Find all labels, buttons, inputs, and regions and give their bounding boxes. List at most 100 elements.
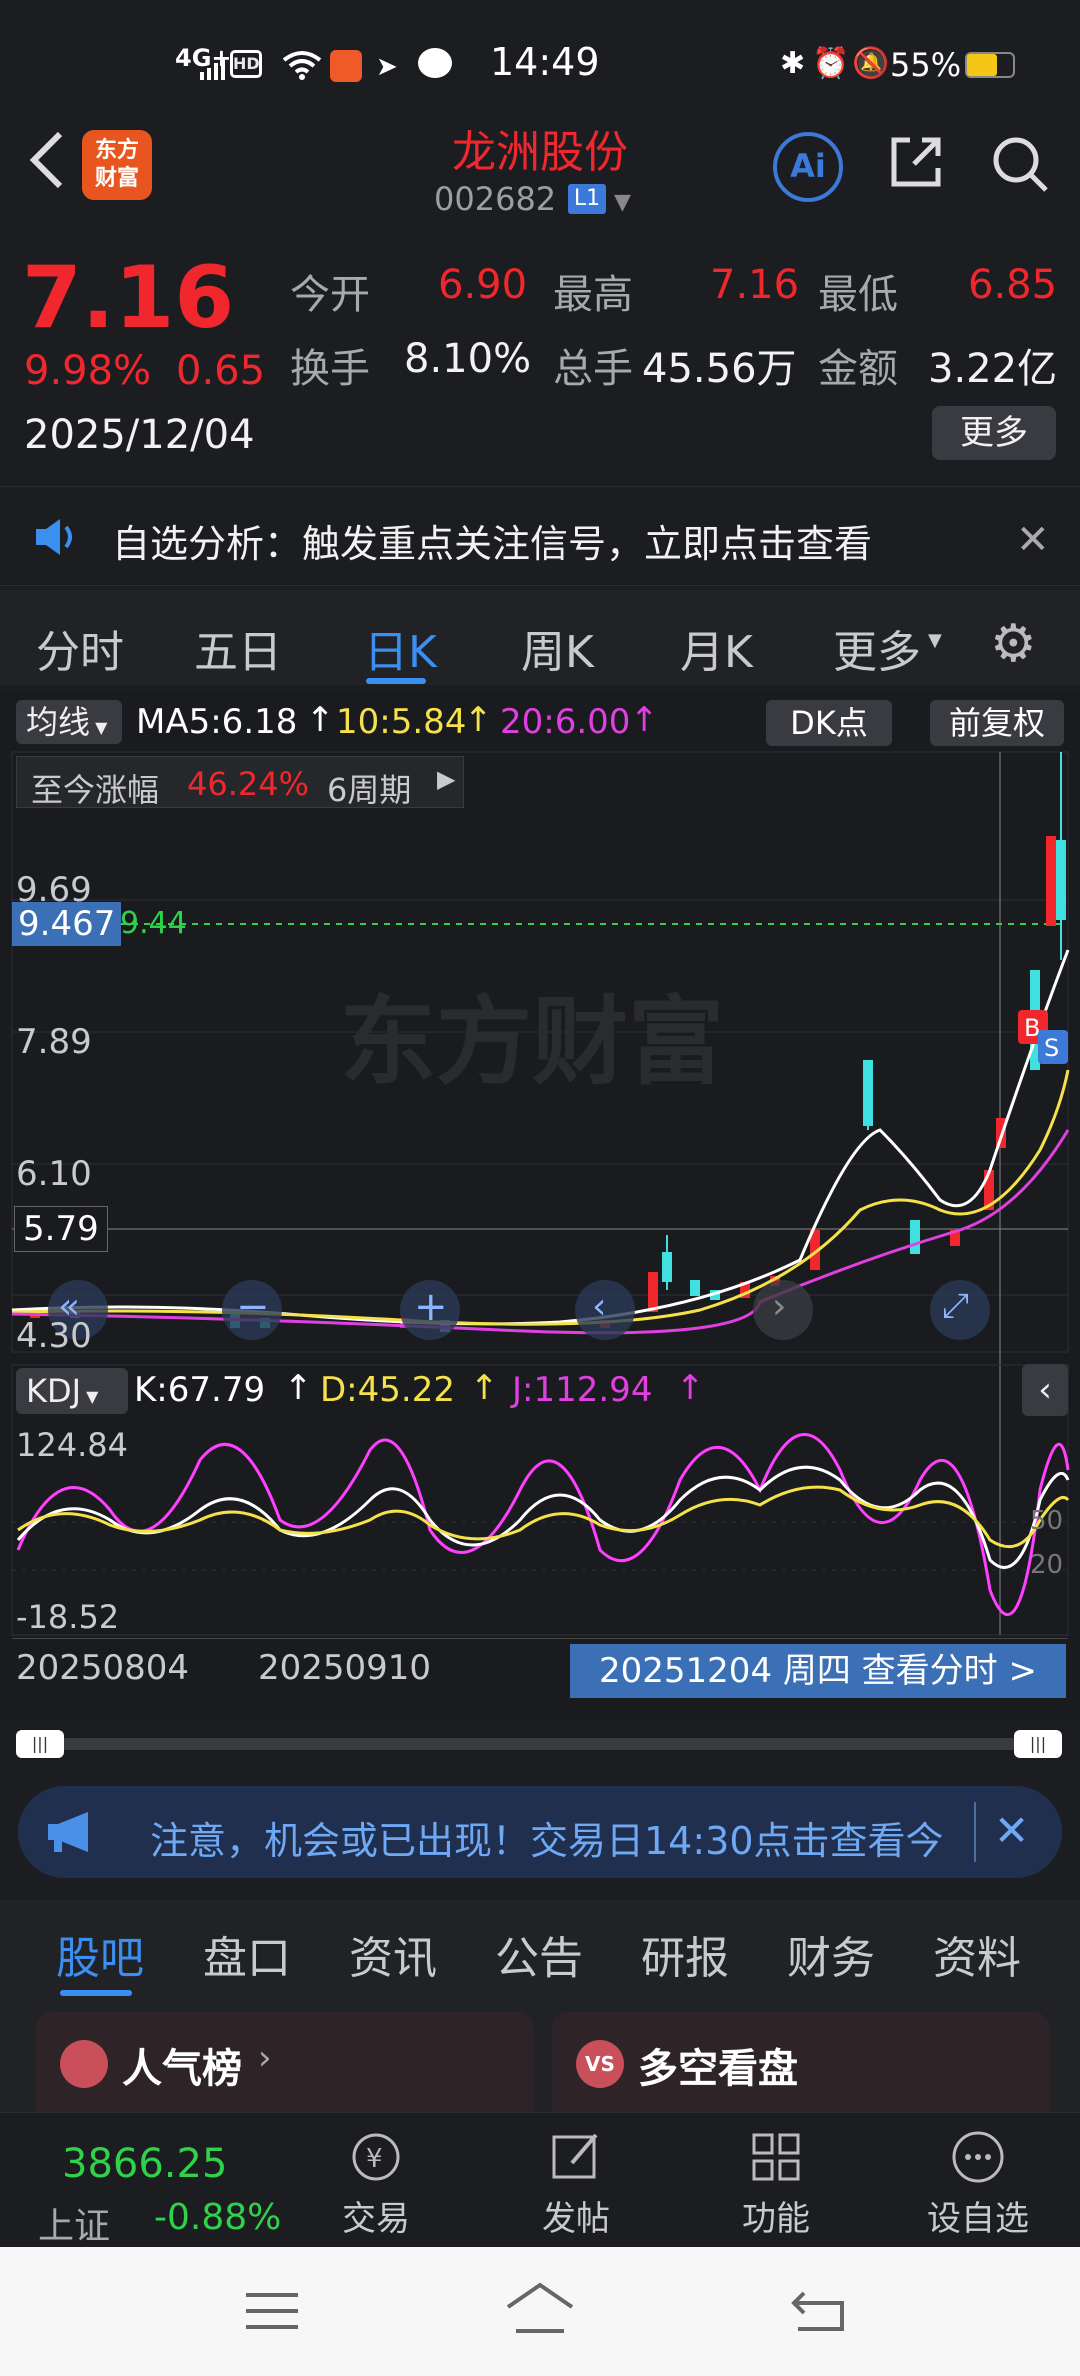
kline-svg[interactable]: 东方财富 B S — [0, 690, 1080, 1720]
tab-five-day[interactable]: 五日 — [194, 616, 282, 680]
low-value: 6.85 — [968, 262, 1058, 308]
share-icon[interactable] — [886, 132, 946, 196]
battery-percent: 55% — [890, 46, 962, 84]
signal-icon — [200, 58, 228, 80]
alarm-icon: ⏰ — [812, 46, 850, 81]
nav-functions[interactable]: 功能 — [740, 2127, 812, 2239]
tab-announcements[interactable]: 公告 — [495, 1922, 583, 1986]
open-label: 今开 — [290, 272, 370, 318]
candle — [863, 1060, 873, 1126]
collapse-panel-button[interactable]: ‹ — [1022, 1364, 1068, 1416]
home-icon[interactable] — [504, 2281, 576, 2339]
reference-price-label: 9.44 — [120, 906, 187, 941]
chevron-down-icon[interactable]: ▼ — [614, 190, 631, 215]
tab-financials[interactable]: 财务 — [787, 1922, 875, 1986]
notice-text: 注意，机会或已出现！交易日14:30点击查看今 — [150, 1819, 944, 1863]
close-icon[interactable]: ✕ — [994, 1806, 1029, 1855]
message-icon — [418, 48, 452, 78]
chart-bars-icon — [60, 2040, 108, 2088]
candle — [1056, 840, 1066, 920]
tab-news[interactable]: 资讯 — [349, 1922, 437, 1986]
nav-post[interactable]: 发帖 — [540, 2127, 612, 2239]
popularity-card[interactable]: 人气榜 › — [36, 2012, 534, 2112]
nav-trade[interactable]: ¥ 交易 — [340, 2127, 412, 2239]
selected-date-button[interactable]: 20251204 周四 查看分时 > — [570, 1644, 1066, 1698]
divider — [974, 1802, 976, 1862]
tab-pankou[interactable]: 盘口 — [203, 1922, 291, 1986]
range-slider-right-handle[interactable]: ||| — [1014, 1730, 1062, 1758]
clock-time: 14:49 — [490, 40, 600, 84]
tab-monthly-k[interactable]: 月K — [680, 616, 753, 680]
yen-refresh-icon: ¥ — [352, 2133, 400, 2181]
change-percent: 9.98% — [24, 348, 152, 394]
close-icon[interactable]: ✕ — [1016, 517, 1050, 563]
back-nav-icon[interactable] — [790, 2287, 850, 2337]
fullscreen-icon[interactable]: ⤢ — [942, 1286, 969, 1326]
gear-icon[interactable]: ⚙ — [990, 614, 1037, 674]
d-value-label: D:45.22 — [320, 1370, 455, 1410]
k-arrow: ↑ — [284, 1368, 313, 1408]
nav-add-watchlist[interactable]: 设自选 — [922, 2127, 1034, 2239]
analysis-notice-bar[interactable]: 自选分析：触发重点关注信号，立即点击查看 ✕ — [0, 486, 1080, 586]
bluetooth-icon: ✱ — [780, 46, 806, 81]
card-title: 人气榜 — [122, 2046, 242, 2092]
more-dots-icon — [952, 2131, 1004, 2183]
turnover-value: 8.10% — [404, 336, 532, 382]
battery-icon — [965, 52, 1015, 78]
tab-daily-k[interactable]: 日K — [364, 616, 437, 680]
svg-text:S: S — [1044, 1034, 1059, 1062]
tab-more[interactable]: 更多 — [833, 616, 921, 680]
index-name[interactable]: 上证 — [38, 2197, 110, 2249]
info-tabs: 股吧 盘口 资讯 公告 研报 财务 资料 — [0, 1900, 1080, 2000]
kline-chart-area: 均线 ▼ MA5:6.18 ↑ 10:5.84 ↑ 20:6.00 ↑ DK点 … — [0, 690, 1080, 1758]
y-tick-label: 4.30 — [16, 1316, 92, 1356]
open-value: 6.90 — [438, 262, 528, 308]
candle — [662, 1252, 672, 1282]
range-slider-left-handle[interactable]: ||| — [16, 1730, 64, 1758]
volume-value: 45.56万 — [642, 346, 797, 392]
search-icon[interactable] — [990, 134, 1050, 198]
y-tick-label: 6.10 — [16, 1154, 92, 1194]
candle — [1046, 836, 1056, 926]
kdj-right-tick: 20 — [1030, 1550, 1064, 1580]
more-quote-button[interactable]: 更多 — [932, 406, 1056, 460]
notice-text: 自选分析：触发重点关注信号，立即点击查看 — [112, 522, 873, 566]
tab-research[interactable]: 研报 — [641, 1922, 729, 1986]
edit-icon — [552, 2133, 598, 2179]
volume-label: 总手 — [553, 346, 633, 392]
range-slider-track[interactable] — [24, 1738, 1056, 1750]
candle — [648, 1272, 658, 1312]
opportunity-notice-bar[interactable]: 注意，机会或已出现！交易日14:30点击查看今 ✕ — [18, 1786, 1062, 1878]
cursor-price-label: 5.79 — [14, 1206, 108, 1252]
bull-bear-card[interactable]: VS 多空看盘 — [552, 2012, 1050, 2112]
chevron-right-icon: › — [258, 2038, 272, 2078]
kdj-right-tick: 50 — [1030, 1506, 1064, 1536]
caret-down-icon: ▼ — [928, 630, 942, 651]
ai-assistant-button[interactable]: Ai — [773, 132, 843, 202]
tab-guba[interactable]: 股吧 — [56, 1922, 144, 1986]
high-value: 7.16 — [710, 262, 800, 308]
stock-header: 东方 财富 龙洲股份 002682 L1 ▼ Ai — [0, 100, 1080, 230]
scroll-left-icon[interactable]: ‹ — [592, 1286, 606, 1327]
index-value[interactable]: 3866.25 — [62, 2141, 227, 2187]
system-nav-bar — [0, 2247, 1080, 2376]
x-tick-label: 20250910 — [258, 1648, 432, 1688]
tab-weekly-k[interactable]: 周K — [521, 616, 594, 680]
amount-label: 金额 — [818, 346, 898, 392]
fast-back-icon[interactable]: « — [58, 1286, 80, 1327]
card-title: 多空看盘 — [638, 2046, 798, 2092]
tab-intraday[interactable]: 分时 — [36, 616, 124, 680]
tab-profile[interactable]: 资料 — [933, 1922, 1021, 1986]
k-value-label: K:67.79 — [134, 1370, 266, 1410]
svg-text:¥: ¥ — [366, 2144, 383, 2174]
d-arrow: ↑ — [470, 1368, 499, 1408]
zoom-out-icon[interactable]: − — [236, 1284, 270, 1330]
stock-code: 002682 — [434, 180, 557, 218]
zoom-in-icon[interactable]: + — [414, 1284, 448, 1330]
menu-icon[interactable] — [244, 2291, 300, 2335]
kdj-selector[interactable]: KDJ ▼ — [16, 1368, 128, 1414]
change-amount: 0.65 — [176, 348, 266, 394]
index-change[interactable]: -0.88% — [154, 2197, 281, 2238]
scroll-right-icon[interactable]: › — [772, 1286, 786, 1327]
quote-date: 2025/12/04 — [24, 412, 255, 458]
